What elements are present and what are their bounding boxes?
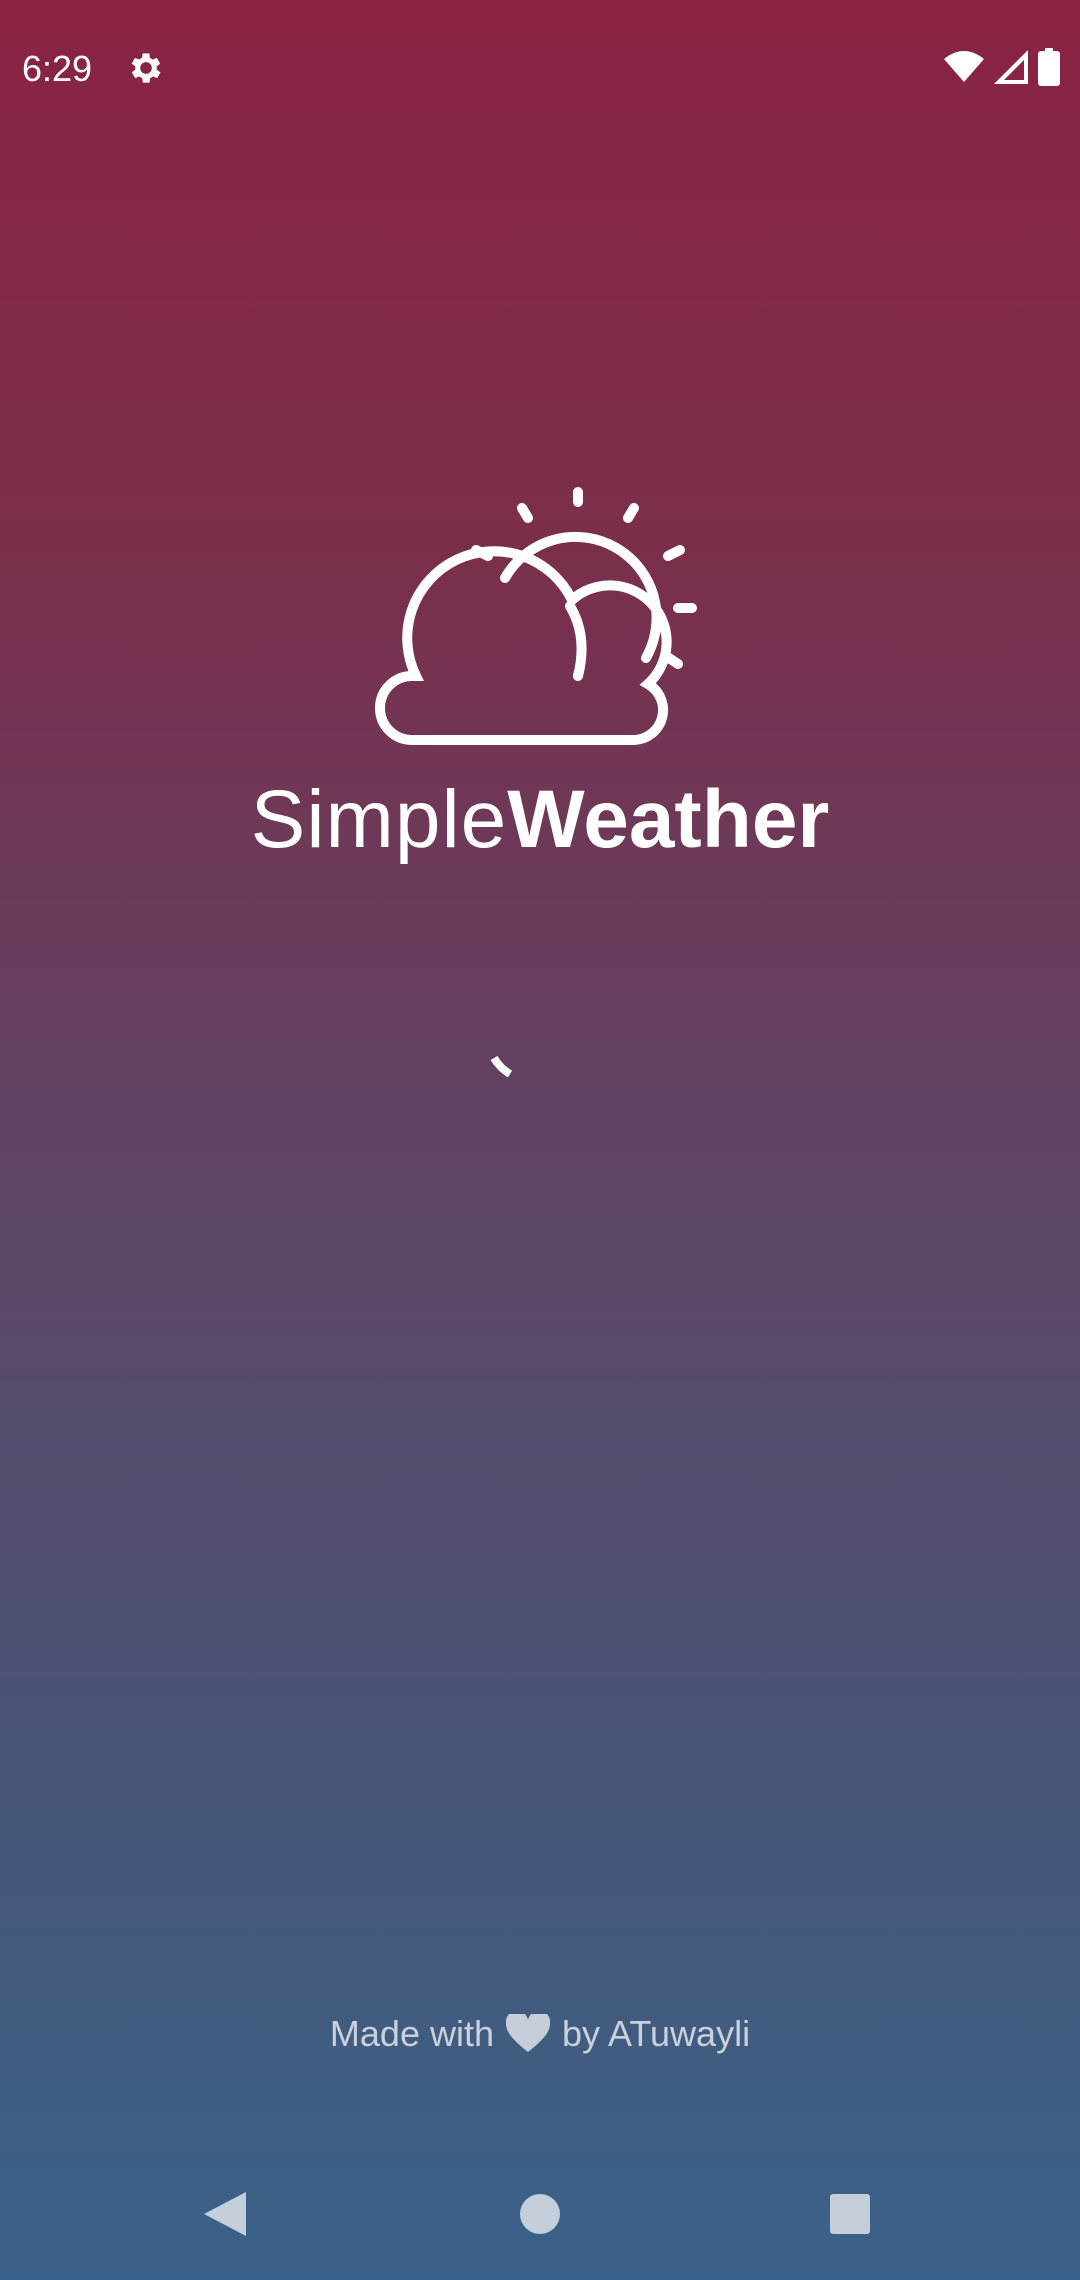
sun-behind-cloud-icon bbox=[375, 487, 697, 745]
credit-author: by ATuwayli bbox=[562, 2013, 751, 2054]
app-logo-text: SimpleWeather bbox=[0, 770, 1080, 870]
credit-made-with: Made with bbox=[329, 2013, 494, 2054]
navigation-bar bbox=[0, 2148, 1080, 2280]
loading-spinner-icon bbox=[490, 1055, 513, 1078]
back-icon[interactable] bbox=[196, 2184, 256, 2244]
wifi-icon bbox=[944, 51, 984, 82]
heart-icon bbox=[506, 2014, 550, 2052]
logo-text-simple: Simple bbox=[250, 774, 508, 865]
logo-text-weather: Weather bbox=[507, 774, 830, 865]
status-time: 6:29 bbox=[22, 48, 93, 89]
footer-credit: Made with by ATuwayli bbox=[0, 2010, 1080, 2058]
status-icons bbox=[944, 46, 1060, 88]
status-bar: 6:29 bbox=[0, 0, 1080, 134]
gear-icon bbox=[131, 53, 161, 83]
cellular-signal-icon bbox=[994, 50, 1028, 84]
recents-icon[interactable] bbox=[820, 2184, 880, 2244]
home-icon[interactable] bbox=[510, 2184, 570, 2244]
battery-icon bbox=[1038, 48, 1060, 86]
